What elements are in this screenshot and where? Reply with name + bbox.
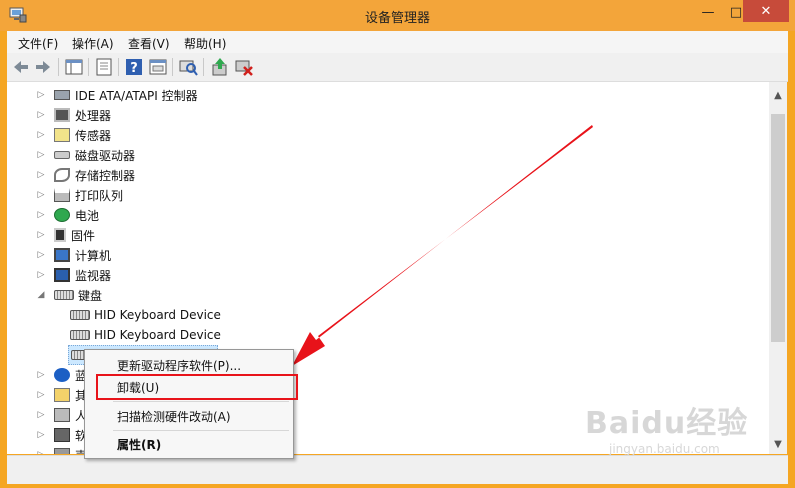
annotation-highlight-box <box>96 374 298 400</box>
watermark-brand: Baidu经验 <box>585 406 749 441</box>
menu-separator <box>113 401 289 402</box>
menu-separator <box>113 430 289 431</box>
context-menu: 更新驱动程序软件(P)... 卸载(U) 扫描检测硬件改动(A) 属性(R) <box>84 349 294 459</box>
menu-item-properties[interactable]: 属性(R) <box>117 436 161 453</box>
menu-item-scan-hardware[interactable]: 扫描检测硬件改动(A) <box>117 408 231 425</box>
baidu-watermark: Baidu经验 jingyan.baidu.com <box>585 398 785 470</box>
watermark-url: jingyan.baidu.com <box>609 442 720 456</box>
menu-item-update-driver[interactable]: 更新驱动程序软件(P)... <box>117 357 241 374</box>
